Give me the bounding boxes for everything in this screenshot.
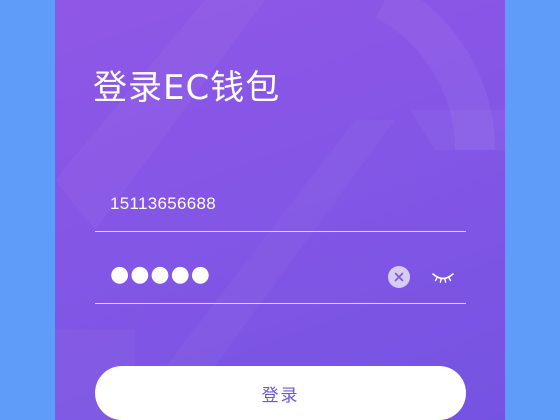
login-button[interactable]: 登录 (95, 366, 466, 420)
password-input-value[interactable]: ●●●●● (110, 262, 211, 287)
page-title: 登录EC钱包 (93, 68, 281, 108)
eye-closed-icon[interactable] (431, 266, 455, 288)
password-field[interactable]: ●●●●● (95, 256, 466, 304)
login-screen: 登录EC钱包 15113656688 ●●●●● 登录 (55, 0, 505, 420)
phone-input-value[interactable]: 15113656688 (110, 194, 216, 214)
phone-field[interactable]: 15113656688 (95, 184, 466, 232)
clear-circle-icon[interactable] (388, 266, 410, 288)
